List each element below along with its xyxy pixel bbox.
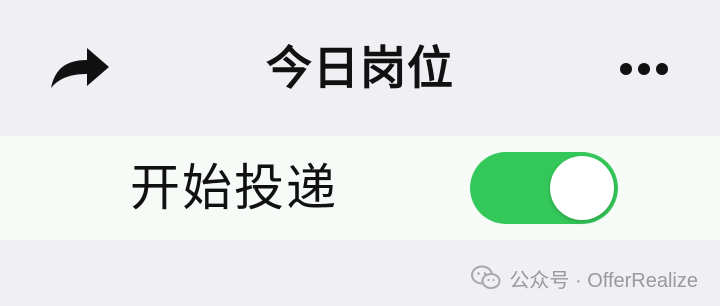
toggle-knob[interactable] xyxy=(550,156,614,220)
watermark: 公众号 · OfferRealize xyxy=(471,262,698,294)
start-delivery-toggle[interactable] xyxy=(470,152,618,224)
wechat-icon xyxy=(471,265,501,291)
more-dots-icon xyxy=(619,61,669,80)
navigation-bar: 今日岗位 xyxy=(0,0,720,136)
start-delivery-label: 开始投递 xyxy=(130,159,338,217)
watermark-text: 公众号 · OfferRealize xyxy=(509,269,698,292)
more-button[interactable] xyxy=(612,50,676,90)
screen: 今日岗位 开始投递 公众号 · OfferRealize xyxy=(0,0,720,306)
